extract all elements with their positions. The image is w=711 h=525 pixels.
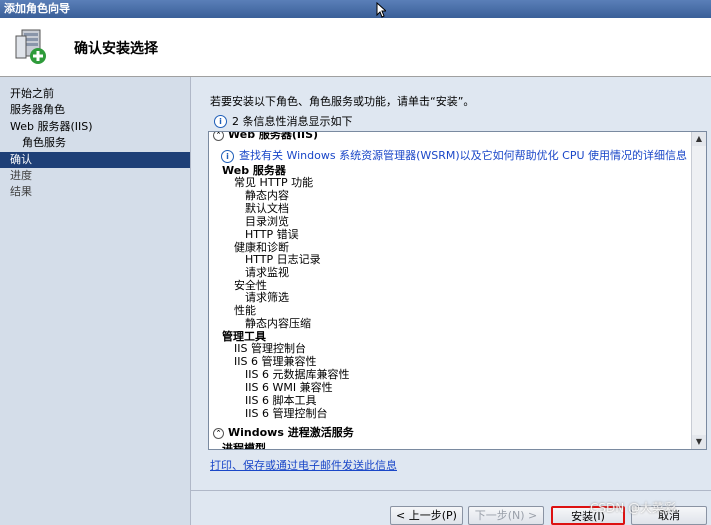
tree-item: IIS 6 脚本工具 (245, 394, 317, 407)
next-button[interactable]: 下一步(N) > (468, 506, 544, 525)
tree-item: 请求监视 (245, 266, 289, 279)
instruction-text: 若要安装以下角色、角色服务或功能，请单击“安装”。 (210, 95, 475, 108)
sidebar-item-server-roles[interactable]: 服务器角色 (10, 102, 188, 118)
info-icon: i (214, 114, 227, 128)
server-add-icon (15, 29, 46, 64)
footer-divider (190, 490, 711, 491)
collapse-icon[interactable]: ⌃ (213, 132, 224, 141)
collapse-icon[interactable]: ⌃ (213, 427, 224, 439)
section-was-header[interactable]: ⌃ Windows 进程激活服务 (213, 426, 354, 439)
watermark: CSDN @大菜彩 (590, 501, 677, 515)
info-icon: i (221, 149, 234, 163)
tree-item: 请求筛选 (245, 291, 289, 304)
sidebar-item-progress: 进度 (10, 169, 32, 182)
vertical-scrollbar[interactable]: ▲ ▼ (691, 132, 706, 449)
info-message-count: 2 条信息性消息显示如下 (232, 115, 353, 128)
sidebar-item-results: 结果 (10, 185, 32, 198)
confirmation-details-panel[interactable]: ⌃ Web 服务器(IIS) i 查找有关 Windows 系统资源管理器(WSRM… (208, 131, 707, 450)
wsrm-link[interactable]: 查找有关 Windows 系统资源管理器(WSRM)以及它如何帮助优化 CPU … (239, 149, 687, 162)
tree-item: 性能 (234, 304, 256, 317)
tree-item: 进程模型 (222, 442, 266, 450)
wsrm-info-row: i 查找有关 Windows 系统资源管理器(WSRM)以及它如何帮助优化 CPU… (221, 149, 687, 163)
window-title: 添加角色向导 (4, 2, 70, 15)
tree-item: 静态内容压缩 (245, 317, 311, 330)
tree-item: IIS 6 WMI 兼容性 (245, 381, 333, 394)
tree-item: IIS 管理控制台 (234, 342, 306, 355)
tree-item: IIS 6 管理兼容性 (234, 355, 317, 368)
tree-item: 常见 HTTP 功能 (234, 176, 314, 189)
wizard-step-sidebar: 开始之前 服务器角色 Web 服务器(IIS) 角色服务 确认 进度 结果 (0, 77, 190, 525)
divider (190, 77, 191, 525)
tree-item: 静态内容 (245, 189, 289, 202)
mouse-cursor-icon (376, 2, 386, 18)
sidebar-item-web-server[interactable]: Web 服务器(IIS) (10, 119, 188, 135)
section-web-server-header[interactable]: ⌃ Web 服务器(IIS) (213, 131, 319, 141)
window-titlebar: 添加角色向导 (0, 0, 711, 18)
tree-item: HTTP 日志记录 (245, 253, 321, 266)
previous-button[interactable]: < 上一步(P) (390, 506, 463, 525)
scroll-up-icon[interactable]: ▲ (692, 132, 706, 146)
info-message-row: i 2 条信息性消息显示如下 (214, 113, 353, 129)
sidebar-item-before-you-begin[interactable]: 开始之前 (10, 86, 188, 102)
section-title: Windows 进程激活服务 (228, 426, 354, 439)
wizard-header: 确认安装选择 (0, 18, 711, 77)
sidebar-item-role-services[interactable]: 角色服务 (22, 135, 200, 151)
tree-item: 目录浏览 (245, 215, 289, 228)
print-save-email-link[interactable]: 打印、保存或通过电子邮件发送此信息 (210, 457, 397, 473)
scroll-down-icon[interactable]: ▼ (692, 435, 706, 449)
tree-item: IIS 6 管理控制台 (245, 407, 328, 420)
sidebar-item-confirmation[interactable]: 确认 (0, 152, 190, 168)
tree-item: 默认文档 (245, 202, 289, 215)
section-title: Web 服务器(IIS) (228, 131, 319, 141)
tree-item: IIS 6 元数据库兼容性 (245, 368, 350, 381)
tree-item: HTTP 错误 (245, 228, 299, 241)
page-title: 确认安装选择 (74, 41, 158, 57)
